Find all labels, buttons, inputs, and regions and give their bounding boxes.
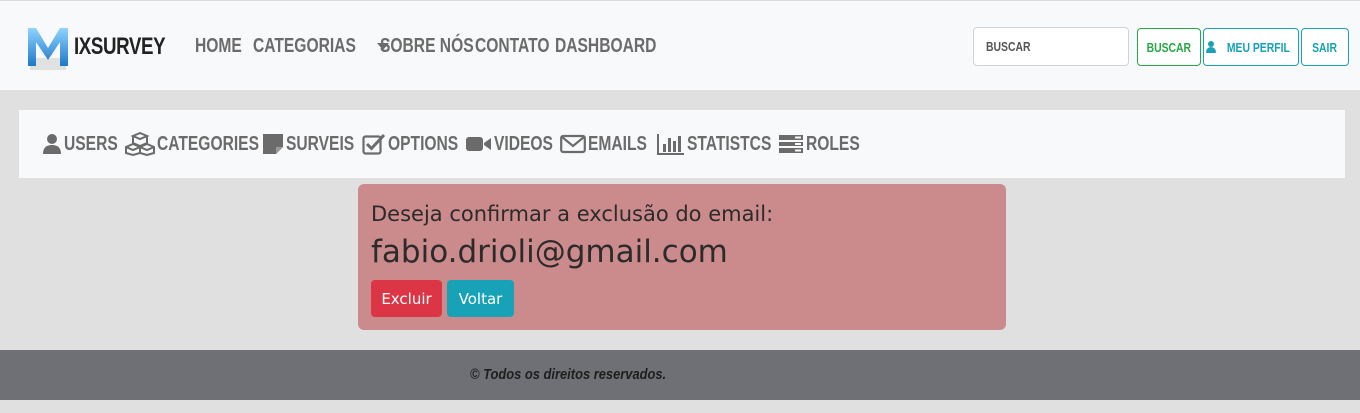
search-button-label: BUSCAR [1146,39,1192,55]
nav-home[interactable]: HOME [195,31,255,61]
alert-email: fabio.drioli@gmail.com [371,234,728,270]
admin-nav-options-label: OPTIONS [388,132,459,155]
back-button[interactable]: Voltar [447,280,514,317]
admin-nav-users-label: USERS [64,132,118,155]
alert-message: Deseja confirmar a exclusão do email: [371,202,774,226]
cubes-icon [125,132,155,156]
sticky-note-icon [263,134,283,154]
search-input[interactable]: BUSCAR [973,27,1129,66]
nav-categorias-label: CATEGORIAS [253,34,356,57]
nav-contato-label: CONTATO [475,34,550,57]
admin-nav-options[interactable]: OPTIONS [362,130,478,158]
video-camera-icon [466,137,491,151]
admin-nav-emails-label: EMAILS [588,132,647,155]
delete-button[interactable]: Excluir [371,280,442,317]
search-placeholder: BUSCAR [986,39,1031,54]
envelope-icon [560,134,586,154]
admin-nav-statistcs-label: STATISTCS [687,132,772,155]
top-navbar: IXSURVEY HOME CATEGORIAS SOBRE NÓS CONTA… [0,0,1360,90]
admin-nav-surveis[interactable]: SURVEIS [262,130,373,158]
footer-text: © Todos os direitos reservados. [470,366,667,383]
admin-nav-categories-label: CATEGORIES [157,132,259,155]
brand-logo [24,24,72,70]
delete-confirmation-alert: Deseja confirmar a exclusão do email: fa… [358,184,1006,330]
user-icon [1205,41,1216,53]
check-square-icon [362,133,386,155]
admin-nav-roles[interactable]: ROLES [778,130,875,158]
nav-home-label: HOME [195,34,242,57]
admin-nav-emails[interactable]: EMAILS [560,130,664,158]
nav-dashboard[interactable]: DASHBOARD [555,31,685,61]
brand-name: IXSURVEY [74,33,166,60]
admin-nav-roles-label: ROLES [806,132,860,155]
nav-dashboard-label: DASHBOARD [555,34,657,57]
admin-nav-statistcs[interactable]: STATISTCS [657,130,795,158]
logout-button-label: SAIR [1312,39,1338,55]
search-button[interactable]: BUSCAR [1137,28,1201,66]
admin-nav-videos[interactable]: VIDEOS [466,130,570,158]
server-icon [779,135,803,153]
bar-chart-icon [657,134,684,155]
profile-button[interactable]: MEU PERFIL [1203,28,1299,66]
admin-nav: USERS CATEGORIES SURVEIS OPTIONS VIDEOS … [19,110,1345,178]
nav-sobre-label: SOBRE NÓS [380,34,474,57]
logout-button[interactable]: SAIR [1301,28,1349,66]
admin-nav-users[interactable]: USERS [42,130,133,158]
brand[interactable]: IXSURVEY [24,24,191,70]
profile-button-label: MEU PERFIL [1226,39,1290,55]
admin-nav-videos-label: VIDEOS [494,132,553,155]
admin-nav-surveis-label: SURVEIS [286,132,355,155]
nav-categorias[interactable]: CATEGORIAS [253,31,389,61]
footer: © Todos os direitos reservados. [0,350,1360,400]
user-icon [43,134,61,154]
